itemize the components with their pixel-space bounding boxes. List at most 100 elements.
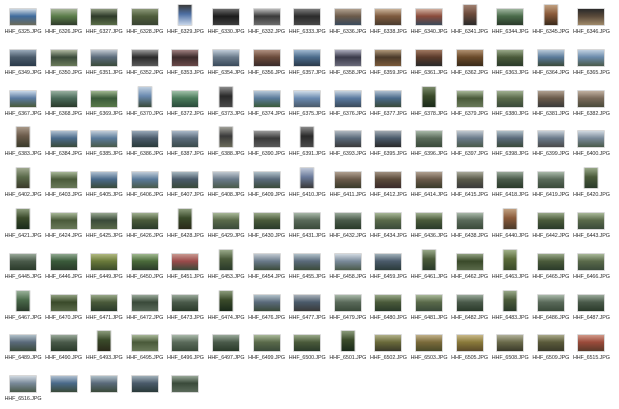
file-item[interactable]: HHF_6362.JPG (450, 43, 490, 83)
image-thumbnail[interactable] (171, 375, 200, 394)
image-thumbnail[interactable] (333, 130, 362, 149)
image-thumbnail[interactable] (577, 293, 606, 312)
file-item[interactable]: HHF_6497.JPG (206, 328, 246, 368)
image-thumbnail[interactable] (293, 8, 322, 26)
image-thumbnail[interactable] (212, 212, 240, 230)
file-item[interactable]: HHF_6405.JPG (84, 165, 124, 205)
file-item[interactable]: HHF_6329.JPG (165, 2, 205, 42)
image-thumbnail[interactable] (421, 248, 437, 271)
file-item[interactable]: HHF_6461.JPG (409, 247, 449, 287)
image-thumbnail[interactable] (49, 252, 78, 271)
image-thumbnail[interactable] (374, 252, 403, 271)
image-thumbnail[interactable] (130, 293, 159, 312)
file-item[interactable]: HHF_6505.JPG (450, 328, 490, 368)
file-item[interactable]: HHF_6367.JPG (3, 84, 43, 124)
file-item[interactable]: HHF_6410.JPG (287, 165, 327, 205)
file-item[interactable]: HHF_6351.JPG (84, 43, 124, 83)
file-item[interactable]: HHF_6489.JPG (3, 328, 43, 368)
image-thumbnail[interactable] (577, 212, 606, 230)
image-thumbnail[interactable] (49, 212, 78, 230)
image-thumbnail[interactable] (333, 48, 362, 67)
file-item[interactable]: HHF_6481.JPG (409, 288, 449, 328)
image-thumbnail[interactable] (374, 171, 403, 190)
file-item[interactable]: HHF_6373.JPG (206, 84, 246, 124)
image-thumbnail[interactable] (333, 171, 362, 190)
image-thumbnail[interactable] (577, 252, 606, 271)
image-thumbnail[interactable] (171, 293, 200, 312)
file-item[interactable]: HHF_6458.JPG (328, 247, 368, 287)
file-item[interactable]: HHF_6426.JPG (125, 206, 165, 246)
file-item[interactable]: HHF_6398.JPG (490, 124, 530, 164)
file-item[interactable]: HHF_6466.JPG (571, 247, 611, 287)
file-item[interactable]: HHF_6436.JPG (409, 206, 449, 246)
image-thumbnail[interactable] (218, 289, 234, 312)
image-thumbnail[interactable] (177, 208, 193, 230)
file-item[interactable]: HHF_6391.JPG (287, 124, 327, 164)
file-item[interactable]: HHF_6483.JPG (490, 288, 530, 328)
image-thumbnail[interactable] (293, 334, 322, 353)
image-thumbnail[interactable] (496, 334, 525, 353)
image-thumbnail[interactable] (299, 126, 315, 149)
image-thumbnail[interactable] (415, 293, 443, 312)
image-thumbnail[interactable] (455, 130, 484, 149)
image-thumbnail[interactable] (171, 89, 200, 108)
image-thumbnail[interactable] (252, 171, 281, 190)
file-item[interactable]: HHF_6390.JPG (247, 124, 287, 164)
image-thumbnail[interactable] (171, 171, 200, 190)
image-thumbnail[interactable] (421, 85, 437, 108)
file-item[interactable]: HHF_6350.JPG (44, 43, 84, 83)
file-item[interactable]: HHF_6382.JPG (571, 84, 611, 124)
file-item[interactable]: HHF_6428.JPG (165, 206, 205, 246)
file-item[interactable]: HHF_6383.JPG (3, 124, 43, 164)
file-item[interactable]: HHF_6353.JPG (165, 43, 205, 83)
file-item[interactable]: HHF_6465.JPG (531, 247, 571, 287)
file-item[interactable]: HHF_6496.JPG (165, 328, 205, 368)
image-thumbnail[interactable] (577, 89, 606, 108)
file-item[interactable]: HHF_6352.JPG (125, 43, 165, 83)
file-item[interactable]: HHF_6509.JPG (531, 328, 571, 368)
file-item[interactable]: HHF_6357.JPG (287, 43, 327, 83)
file-item[interactable]: HHF_6408.JPG (206, 165, 246, 205)
file-item[interactable] (84, 369, 124, 409)
image-thumbnail[interactable] (502, 208, 518, 230)
file-item[interactable]: HHF_6384.JPG (44, 124, 84, 164)
file-item[interactable]: HHF_6430.JPG (247, 206, 287, 246)
image-thumbnail[interactable] (583, 167, 599, 190)
file-item[interactable]: HHF_6338.JPG (368, 2, 408, 42)
file-item[interactable]: HHF_6377.JPG (368, 84, 408, 124)
image-thumbnail[interactable] (177, 4, 193, 26)
file-item[interactable]: HHF_6372.JPG (165, 84, 205, 124)
file-item[interactable]: HHF_6445.JPG (3, 247, 43, 287)
file-item[interactable]: HHF_6499.JPG (247, 328, 287, 368)
image-thumbnail[interactable] (171, 48, 200, 67)
file-item[interactable]: HHF_6414.JPG (409, 165, 449, 205)
image-thumbnail[interactable] (252, 293, 281, 312)
image-thumbnail[interactable] (212, 334, 240, 353)
file-item[interactable]: HHF_6451.JPG (165, 247, 205, 287)
image-thumbnail[interactable] (496, 89, 525, 108)
image-thumbnail[interactable] (130, 171, 159, 190)
file-item[interactable]: HHF_6453.JPG (206, 247, 246, 287)
file-item[interactable]: HHF_6495.JPG (125, 328, 165, 368)
file-item[interactable]: HHF_6356.JPG (247, 43, 287, 83)
file-item[interactable]: HHF_6501.JPG (328, 328, 368, 368)
image-thumbnail[interactable] (502, 289, 518, 312)
image-thumbnail[interactable] (374, 89, 403, 108)
file-item[interactable]: HHF_6327.JPG (84, 2, 124, 42)
image-thumbnail[interactable] (130, 252, 159, 271)
file-item[interactable]: HHF_6363.JPG (490, 43, 530, 83)
file-item[interactable]: HHF_6325.JPG (3, 2, 43, 42)
image-thumbnail[interactable] (415, 8, 443, 26)
image-thumbnail[interactable] (415, 130, 443, 149)
file-item[interactable]: HHF_6473.JPG (165, 288, 205, 328)
file-item[interactable]: HHF_6434.JPG (368, 206, 408, 246)
image-thumbnail[interactable] (333, 8, 362, 26)
file-item[interactable]: HHF_6515.JPG (571, 328, 611, 368)
file-item[interactable]: HHF_6388.JPG (206, 124, 246, 164)
file-item[interactable]: HHF_6479.JPG (328, 288, 368, 328)
file-item[interactable]: HHF_6482.JPG (450, 288, 490, 328)
image-thumbnail[interactable] (252, 130, 281, 149)
image-thumbnail[interactable] (496, 171, 525, 190)
image-thumbnail[interactable] (49, 130, 78, 149)
file-item[interactable]: HHF_6442.JPG (531, 206, 571, 246)
